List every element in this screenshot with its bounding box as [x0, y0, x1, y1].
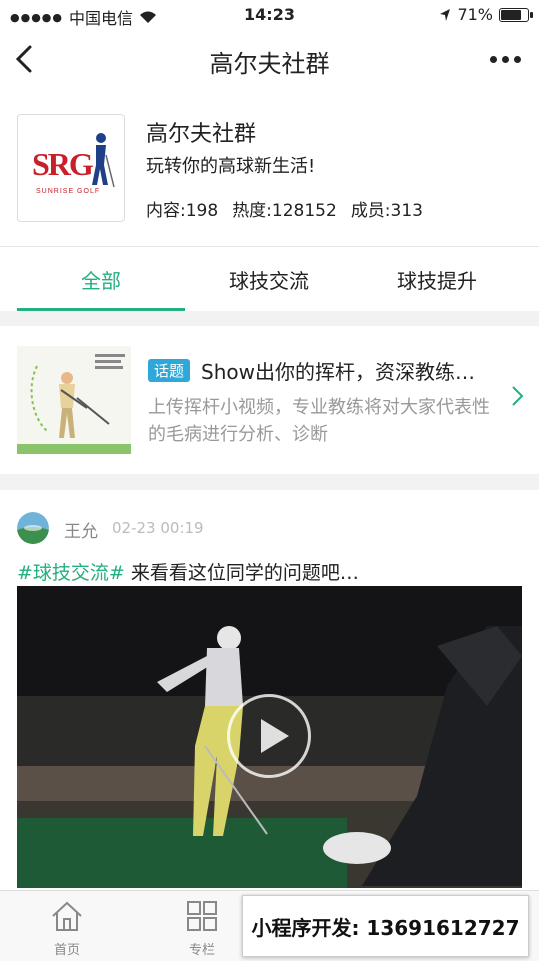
group-stats: 内容:198 热度:128152 成员:313 [146, 196, 423, 221]
svg-text:SRG: SRG [32, 146, 94, 182]
grid-icon [187, 901, 217, 931]
post-text: #球技交流# 来看看这位同学的问题吧… [17, 558, 359, 585]
author-name[interactable]: 王允 [64, 517, 98, 542]
battery-percent: 71% [457, 5, 493, 24]
battery-icon [499, 7, 533, 22]
tabbar-home[interactable]: 首页 [27, 899, 107, 958]
more-options-icon[interactable] [490, 56, 521, 63]
post-body: 来看看这位同学的问题吧… [124, 562, 359, 584]
contact-overlay: 小程序开发: 13691612727 [242, 895, 529, 957]
post-video[interactable] [17, 586, 522, 888]
page-title: 高尔夫社群 [209, 50, 330, 78]
post-hashtag[interactable]: #球技交流# [17, 562, 125, 584]
tabbar-column[interactable]: 专栏 [162, 899, 242, 958]
location-icon [440, 8, 451, 21]
post-time: 02-23 00:19 [112, 519, 204, 537]
group-slogan: 玩转你的高球新生活! [146, 156, 316, 177]
play-button[interactable] [227, 694, 311, 778]
tab-all[interactable]: 全部 [17, 265, 185, 294]
home-icon [52, 901, 82, 931]
group-logo: SRG SUNRISE GOLF [17, 114, 125, 222]
status-bar: ●●●●● 中国电信 14:23 71% [0, 0, 539, 32]
tab-skill-improvement[interactable]: 球技提升 [353, 265, 521, 294]
active-tab-indicator [17, 308, 185, 311]
tab-skill-exchange[interactable]: 球技交流 [185, 265, 353, 294]
chevron-right-icon [512, 386, 524, 406]
category-tabs: 全部 球技交流 球技提升 [0, 246, 539, 311]
content-count: 内容:198 [146, 201, 219, 221]
heat-count: 热度:128152 [232, 201, 337, 221]
topic-title: Show出你的挥杆，资深教练… [201, 360, 475, 384]
topic-thumbnail [17, 346, 131, 454]
svg-text:SUNRISE GOLF: SUNRISE GOLF [36, 188, 100, 195]
topic-card[interactable]: 话题 Show出你的挥杆，资深教练… 上传挥杆小视频，专业教练将对大家代表性的毛… [0, 326, 539, 474]
topic-description: 上传挥杆小视频，专业教练将对大家代表性的毛病进行分析、诊断 [148, 397, 490, 445]
navigation-bar: 高尔夫社群 [0, 32, 539, 90]
group-name: 高尔夫社群 [146, 122, 257, 147]
topic-badge: 话题 [148, 359, 191, 382]
author-avatar[interactable] [17, 512, 49, 544]
member-count: 成员:313 [350, 201, 423, 221]
group-profile: SRG SUNRISE GOLF 高尔夫社群 玩转你的高球新生活! 内容:198… [0, 90, 539, 246]
